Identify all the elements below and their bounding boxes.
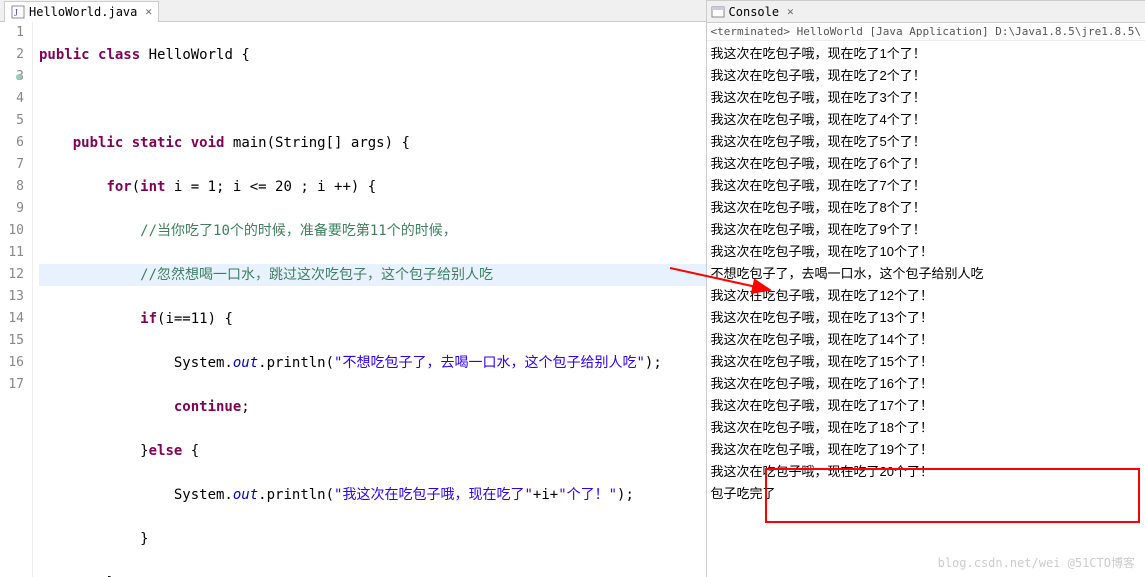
java-file-icon: J [11, 5, 25, 19]
console-line: 我这次在吃包子哦，现在吃了10个了！ [711, 241, 1141, 263]
line-number: 17 [0, 374, 24, 396]
console-line: 我这次在吃包子哦，现在吃了6个了！ [711, 153, 1141, 175]
console-tab-label[interactable]: Console [729, 5, 780, 19]
console-line: 我这次在吃包子哦，现在吃了5个了！ [711, 131, 1141, 153]
editor-pane: J HelloWorld.java ✕ 1 2 3 4 5 6 7 8 9 10… [0, 0, 707, 577]
line-number-gutter: 1 2 3 4 5 6 7 8 9 10 11 12 13 14 15 16 1… [0, 22, 33, 577]
editor-tab[interactable]: J HelloWorld.java ✕ [4, 1, 159, 22]
line-number: 14 [0, 308, 24, 330]
console-line: 我这次在吃包子哦，现在吃了19个了！ [711, 439, 1141, 461]
console-line: 我这次在吃包子哦，现在吃了2个了！ [711, 65, 1141, 87]
console-line: 我这次在吃包子哦，现在吃了18个了！ [711, 417, 1141, 439]
console-line: 我这次在吃包子哦，现在吃了13个了！ [711, 307, 1141, 329]
console-pane: Console ✕ <terminated> HelloWorld [Java … [707, 0, 1145, 577]
close-icon[interactable]: ✕ [145, 5, 152, 18]
console-line: 我这次在吃包子哦，现在吃了1个了！ [711, 43, 1141, 65]
line-number: 13 [0, 286, 24, 308]
console-line: 不想吃包子了，去喝一口水，这个包子给别人吃 [711, 263, 1141, 285]
line-number: 1 [0, 22, 24, 44]
console-line: 我这次在吃包子哦，现在吃了8个了！ [711, 197, 1141, 219]
editor-tab-bar: J HelloWorld.java ✕ [0, 0, 706, 22]
close-icon[interactable]: ✕ [787, 5, 794, 18]
console-line: 我这次在吃包子哦，现在吃了17个了！ [711, 395, 1141, 417]
line-number: 8 [0, 176, 24, 198]
line-number: 9 [0, 198, 24, 220]
console-output[interactable]: 我这次在吃包子哦，现在吃了1个了！我这次在吃包子哦，现在吃了2个了！我这次在吃包… [707, 41, 1145, 577]
console-line: 我这次在吃包子哦，现在吃了20个了！ [711, 461, 1141, 483]
line-number: 2 [0, 44, 24, 66]
line-number: 16 [0, 352, 24, 374]
console-line: 我这次在吃包子哦，现在吃了7个了！ [711, 175, 1141, 197]
code-area[interactable]: public class HelloWorld { public static … [33, 22, 706, 577]
line-number: 4 [0, 88, 24, 110]
console-line: 我这次在吃包子哦，现在吃了4个了！ [711, 109, 1141, 131]
line-number: 7 [0, 154, 24, 176]
watermark: blog.csdn.net/wei @51CTO博客 [938, 554, 1135, 571]
svg-text:J: J [14, 8, 18, 19]
console-line: 我这次在吃包子哦，现在吃了3个了！ [711, 87, 1141, 109]
line-number: 5 [0, 110, 24, 132]
line-number: 10 [0, 220, 24, 242]
console-line: 包子吃完了 [711, 483, 1141, 505]
line-number: 15 [0, 330, 24, 352]
console-line: 我这次在吃包子哦，现在吃了15个了！ [711, 351, 1141, 373]
editor-body[interactable]: 1 2 3 4 5 6 7 8 9 10 11 12 13 14 15 16 1… [0, 22, 706, 577]
console-icon [711, 5, 725, 19]
console-line: 我这次在吃包子哦，现在吃了9个了！ [711, 219, 1141, 241]
console-line: 我这次在吃包子哦，现在吃了14个了！ [711, 329, 1141, 351]
editor-tab-label: HelloWorld.java [29, 5, 137, 19]
line-number: 6 [0, 132, 24, 154]
console-status: <terminated> HelloWorld [Java Applicatio… [707, 23, 1145, 41]
line-number: 3 [0, 66, 24, 88]
line-number: 11 [0, 242, 24, 264]
line-number: 12 [0, 264, 24, 286]
console-tab-bar: Console ✕ [707, 1, 1145, 23]
console-line: 我这次在吃包子哦，现在吃了12个了！ [711, 285, 1141, 307]
console-line: 我这次在吃包子哦，现在吃了16个了！ [711, 373, 1141, 395]
